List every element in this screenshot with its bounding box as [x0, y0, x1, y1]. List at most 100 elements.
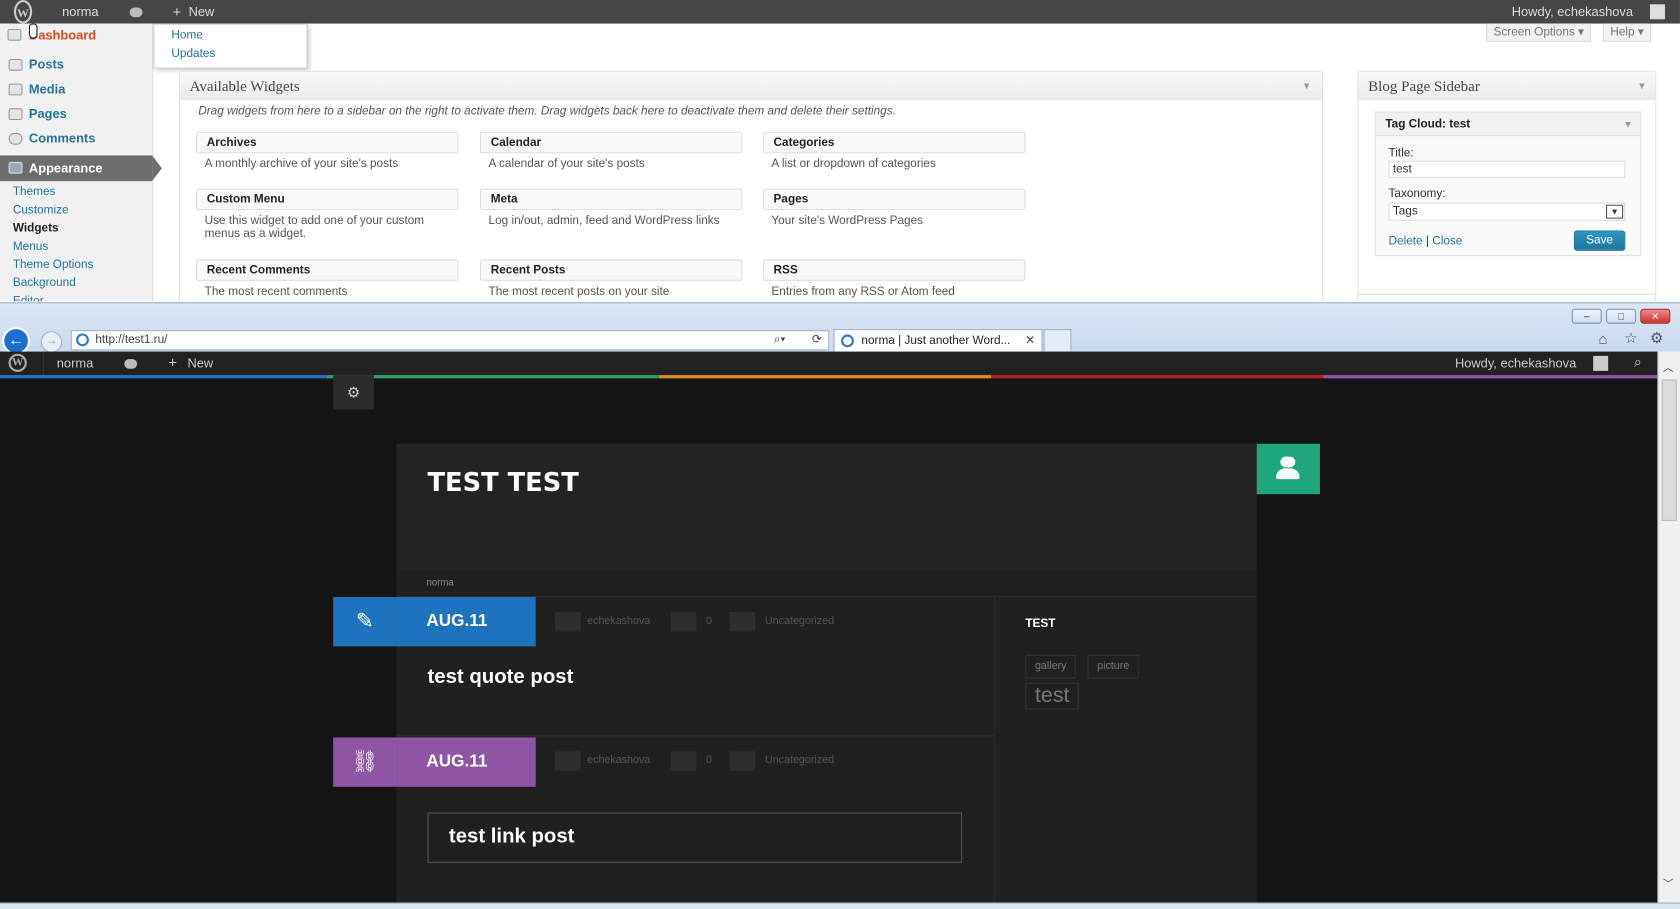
comments-icon[interactable]: [129, 7, 143, 18]
close-link[interactable]: Close: [1432, 235, 1462, 248]
comments-icon[interactable]: [124, 359, 138, 369]
site-admin-new[interactable]: New: [187, 356, 213, 371]
collapse-arrow-icon[interactable]: ▼: [1302, 80, 1312, 91]
admin-bar-new[interactable]: New: [189, 0, 215, 24]
pencil-icon: ✎: [333, 597, 397, 647]
admin-bar-howdy[interactable]: Howdy, echekashova: [1512, 0, 1633, 24]
settings-gear-icon[interactable]: ⚙: [333, 375, 374, 410]
widget-calendar[interactable]: Calendar: [479, 131, 743, 154]
refresh-icon[interactable]: ⟳: [812, 331, 822, 349]
scroll-up-icon[interactable]: ︿: [1663, 358, 1674, 374]
avatar[interactable]: [1593, 355, 1609, 371]
widget-custom-menu[interactable]: Custom Menu: [196, 188, 459, 211]
submenu-background[interactable]: Background: [13, 274, 76, 292]
minimize-button[interactable]: –: [1571, 308, 1602, 324]
widget-desc: Use this widget to add one of your custo…: [204, 214, 425, 241]
widget-recent-posts[interactable]: Recent Posts: [479, 259, 743, 281]
link-post-box[interactable]: test link post: [427, 812, 963, 863]
submenu-menus[interactable]: Menus: [13, 238, 48, 256]
available-widgets-panel: Available Widgets ▼ Drag widgets from he…: [178, 70, 1324, 303]
flyout-updates[interactable]: Updates: [171, 47, 215, 60]
taxonomy-select[interactable]: Tags ▼: [1388, 202, 1626, 221]
new-tab-button[interactable]: [1043, 329, 1072, 352]
home-icon[interactable]: ⌂: [1599, 330, 1608, 347]
site-admin-howdy[interactable]: Howdy, echekashova: [1455, 356, 1576, 371]
widget-title: Tag Cloud: test: [1385, 117, 1471, 131]
avatar[interactable]: [1649, 4, 1665, 20]
site-admin-name[interactable]: norma: [57, 356, 93, 371]
help-button[interactable]: Help ▾: [1602, 23, 1652, 42]
widget-recent-comments[interactable]: Recent Comments: [196, 259, 459, 281]
author-name: echekashova: [587, 615, 651, 628]
maximize-button[interactable]: □: [1606, 308, 1637, 324]
browser-tab[interactable]: norma | Just another Word... ✕: [833, 329, 1043, 352]
title-label: Title:: [1388, 146, 1414, 160]
divider: [1358, 293, 1656, 295]
collapse-arrow-icon[interactable]: ▼: [1637, 80, 1647, 91]
admin-bar-site-name[interactable]: norma: [62, 0, 98, 24]
menu-label: Media: [28, 81, 66, 97]
forward-button[interactable]: →: [40, 331, 63, 353]
user-icon: [554, 612, 581, 632]
close-tab-icon[interactable]: ✕: [1025, 330, 1035, 351]
status-bar: [0, 902, 1680, 909]
user-profile-button[interactable]: [1256, 443, 1320, 495]
menu-appearance[interactable]: Appearance: [0, 155, 162, 182]
widget-categories[interactable]: Categories: [762, 131, 1026, 154]
submenu-theme-options[interactable]: Theme Options: [13, 256, 94, 274]
submenu-editor[interactable]: Editor: [13, 293, 44, 301]
wordpress-logo-icon[interactable]: W: [13, 0, 33, 24]
submenu-customize[interactable]: Customize: [13, 202, 69, 220]
menu-appearance-label: Appearance: [28, 160, 103, 176]
screen-options-button[interactable]: Screen Options ▾: [1486, 23, 1592, 42]
menu-pages[interactable]: Pages: [0, 102, 153, 126]
chevron-down-icon: ▼: [1606, 204, 1624, 219]
widget-desc: A list or dropdown of categories: [771, 157, 936, 171]
widget-toggle-icon[interactable]: ▼: [1623, 119, 1633, 130]
widget-meta[interactable]: Meta: [479, 188, 743, 211]
site-title[interactable]: TEST TEST: [427, 467, 578, 497]
page-scrollbar[interactable]: ︿ ﹀: [1657, 351, 1680, 903]
tag-test[interactable]: test: [1025, 682, 1080, 710]
menu-posts[interactable]: Posts: [0, 53, 153, 77]
post-date-badge[interactable]: AUG.11: [396, 597, 536, 647]
address-bar[interactable]: http://test1.ru/ ⌕▾ ⟳: [70, 330, 830, 351]
separator: |: [1425, 234, 1429, 248]
breadcrumb[interactable]: norma: [426, 577, 453, 588]
widget-desc: The most recent posts on your site: [488, 285, 670, 298]
user-icon: [554, 751, 581, 771]
help-label: Help: [1610, 25, 1635, 39]
widget-archives[interactable]: Archives: [196, 131, 459, 154]
hand-cursor-icon: [28, 23, 38, 39]
submenu-themes[interactable]: Themes: [13, 183, 56, 201]
url-text: http://test1.ru/: [95, 333, 168, 347]
menu-media[interactable]: Media: [0, 77, 153, 101]
ie-logo-icon: [76, 333, 89, 347]
title-input[interactable]: test: [1388, 160, 1626, 178]
close-window-button[interactable]: ✕: [1640, 308, 1671, 324]
widget-pages[interactable]: Pages: [762, 188, 1026, 211]
post-date-badge[interactable]: AUG.11: [396, 737, 536, 787]
menu-dashboard[interactable]: Dashboard: [0, 24, 153, 48]
wordpress-logo-icon[interactable]: W: [8, 353, 27, 372]
category-name: Uncategorized: [764, 754, 835, 767]
tools-gear-icon[interactable]: ⚙: [1650, 329, 1663, 347]
favorites-star-icon[interactable]: ☆: [1624, 329, 1637, 347]
widgets-intro: Drag widgets from here to a sidebar on t…: [198, 105, 896, 118]
menu-comments[interactable]: Comments: [0, 126, 153, 150]
flyout-home[interactable]: Home: [171, 29, 202, 42]
search-icon[interactable]: ⌕: [1634, 354, 1642, 371]
menu-label: Comments: [28, 130, 96, 146]
tag-gallery[interactable]: gallery: [1025, 654, 1077, 679]
category-name: Uncategorized: [764, 615, 835, 628]
post-title[interactable]: test quote post: [427, 666, 573, 690]
scroll-down-icon[interactable]: ﹀: [1663, 875, 1674, 891]
tag-picture[interactable]: picture: [1087, 654, 1139, 679]
submenu-widgets[interactable]: Widgets: [13, 220, 59, 238]
widget-rss[interactable]: RSS: [762, 259, 1026, 281]
site-admin-bar: W norma + New Howdy, echekashova ⌕: [0, 351, 1658, 376]
search-icon[interactable]: ⌕▾: [774, 331, 786, 349]
save-button[interactable]: Save: [1573, 230, 1626, 251]
delete-link[interactable]: Delete: [1389, 235, 1423, 248]
scroll-thumb[interactable]: [1661, 379, 1677, 521]
